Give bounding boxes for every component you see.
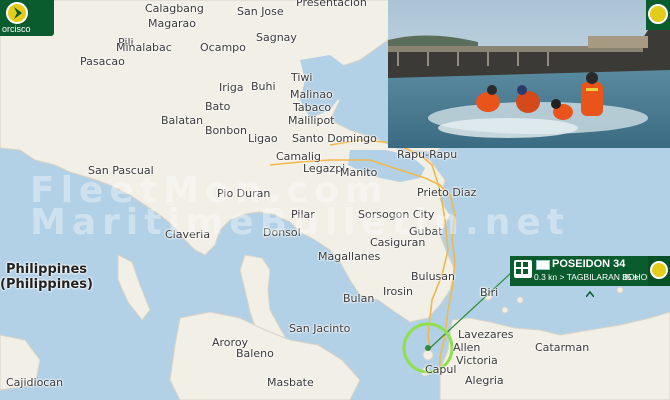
vessel-details-button[interactable] [648,256,670,286]
place-pasacao: Pasacao [80,55,125,68]
place-capul: Capul [425,363,457,376]
place-victoria: Victoria [456,354,498,367]
place-biri: Biri [480,286,499,299]
place-ligao: Ligao [248,132,278,145]
place-allen: Allen [453,341,481,354]
place-ocampo: Ocampo [200,41,246,54]
flag-icon [536,260,550,270]
country-label: Philippines (Philippines) [0,262,93,292]
app-corner-label: orcisco [2,24,31,34]
place-rapu-rapu: Rapu-Rapu [397,148,458,161]
place-calagbang: Calagbang [145,2,204,15]
place-balatan: Balatan [161,114,204,127]
place-baleno: Baleno [236,347,274,360]
place-prieto-diaz: Prieto Diaz [417,186,477,199]
place-bonbon: Bonbon [205,124,247,137]
place-san-jacinto: San Jacinto [289,322,351,335]
place-tabaco: Tabaco [293,101,332,114]
place-magallanes: Magallanes [318,250,381,263]
place-tiwi: Tiwi [291,71,313,84]
place-bulan: Bulan [343,292,375,305]
place-iriga: Iriga [219,81,244,94]
watermark-line2: MaritimeBulletin.net [30,202,570,243]
islet [422,349,434,361]
place-catarman: Catarman [535,341,590,354]
place-bato: Bato [205,100,231,113]
place-lavezares: Lavezares [458,328,514,341]
place-minalabac: Minalabac [116,41,172,54]
place-malilipot: Malilipot [288,114,335,127]
islet [516,296,524,304]
place-masbate: Masbate [267,376,314,389]
place-santo-domingo: Santo Domingo [292,132,377,145]
vessel-type-icon [514,260,532,278]
place-cajidiocan: Cajidiocan [6,376,64,389]
place-magarao: Magarao [148,17,196,30]
place-alegria: Alegria [465,374,504,387]
place-malinao: Malinao [290,88,333,101]
app-logo-button[interactable]: orcisco [0,0,54,36]
place-buhi: Buhi [251,80,276,93]
islet [501,306,509,314]
place-san-jose: San Jose [237,5,284,18]
rescue-photo [388,0,670,148]
fleetmon-logo-icon [6,2,28,24]
vessel-info-card[interactable]: POSEIDON 34 0.3 kn > TAGBILARAN BOHOL 35… [510,256,670,286]
islet [616,286,624,294]
place-presentacion: Presentacion [296,0,367,9]
place-sagnay: Sagnay [256,31,297,44]
vessel-name[interactable]: POSEIDON 34 [552,258,625,270]
app-logo-button-right[interactable] [646,0,670,30]
chevron-up-icon[interactable] [585,284,595,298]
fleetmon-logo-icon [648,4,668,24]
country-label-line1: Philippines [6,262,88,277]
vessel-update-age: 35 s [622,272,639,282]
vessel-marker[interactable] [425,345,431,351]
country-label-line2: (Philippines) [0,277,93,292]
place-bulusan: Bulusan [411,270,455,283]
fleetmon-logo-icon [650,261,668,279]
place-irosin: Irosin [383,285,414,298]
